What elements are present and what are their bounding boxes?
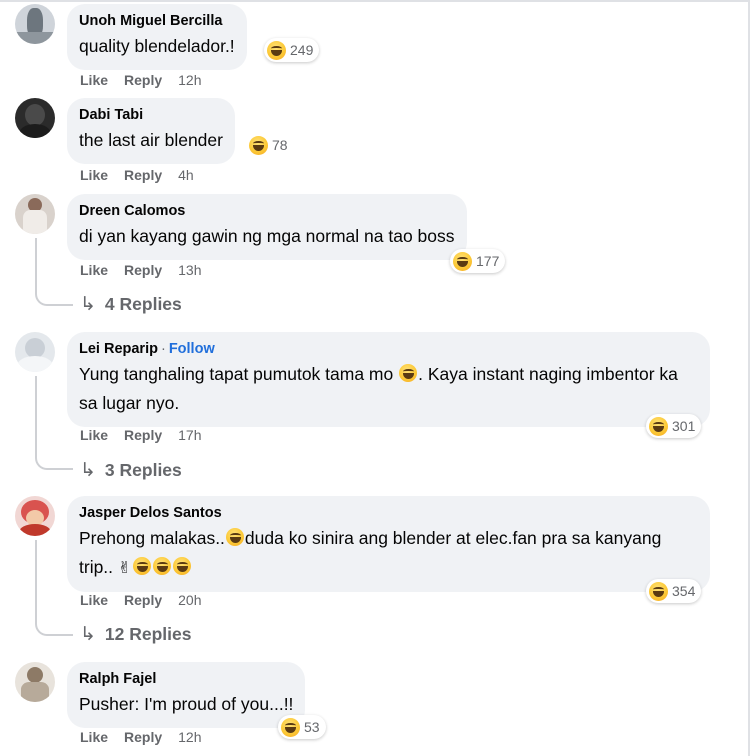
avatar[interactable] [15, 98, 55, 138]
reply-button[interactable]: Reply [124, 427, 162, 443]
thread-connector [35, 454, 73, 470]
reply-button[interactable]: Reply [124, 72, 162, 88]
comment-text-part: Prehong malakas.. [79, 528, 225, 548]
laughing-emoji-icon [399, 364, 418, 383]
comment-actions: Like Reply 20h [80, 592, 202, 608]
laughing-emoji-icon [173, 557, 192, 576]
avatar[interactable] [15, 4, 55, 44]
author-name-text[interactable]: Lei Reparip [79, 341, 158, 357]
like-button[interactable]: Like [80, 262, 108, 278]
author-name[interactable]: Jasper Delos Santos [79, 504, 698, 522]
comment-text: Pusher: I'm proud of you...!! [79, 694, 294, 714]
comment-actions: Like Reply 13h [80, 262, 202, 278]
avatar[interactable] [15, 332, 55, 372]
avatar[interactable] [15, 496, 55, 536]
author-name[interactable]: Dreen Calomos [79, 202, 455, 220]
like-button[interactable]: Like [80, 167, 108, 183]
comment-bubble: Lei Reparip · Follow Yung tanghaling tapat… [67, 332, 710, 427]
author-name[interactable]: Unoh Miguel Bercilla [79, 12, 235, 30]
like-button[interactable]: Like [80, 72, 108, 88]
reaction-count[interactable]: 249 [264, 38, 320, 62]
comment-actions: Like Reply 12h [80, 72, 202, 88]
like-button[interactable]: Like [80, 427, 108, 443]
reaction-number: 177 [476, 253, 500, 269]
comment-actions: Like Reply 17h [80, 427, 202, 443]
replies-count: 12 Replies [104, 624, 192, 644]
comment-text-content: the last air blender [79, 130, 223, 150]
haha-emoji-icon [649, 416, 668, 436]
author-name[interactable]: Dabi Tabi [79, 106, 223, 124]
reply-button[interactable]: Reply [124, 729, 162, 745]
haha-emoji-icon [267, 40, 286, 60]
comment-text: Prehong malakas.. duda ko sinira ang blen… [79, 524, 698, 583]
reply-button[interactable]: Reply [124, 592, 162, 608]
reaction-count[interactable]: 53 [278, 715, 326, 739]
comment-bubble: Ralph Fajel Pusher: I'm proud of you...!… [67, 662, 306, 728]
top-border [0, 0, 750, 2]
victory-hand-icon: ✌ [117, 560, 132, 577]
timestamp[interactable]: 12h [178, 729, 201, 745]
reaction-count[interactable]: 177 [450, 249, 506, 273]
thread-connector [35, 290, 73, 306]
reply-arrow-icon: ↳ [80, 294, 96, 315]
timestamp[interactable]: 4h [178, 167, 194, 183]
comment-bubble: Dabi Tabi the last air blender [67, 98, 235, 164]
haha-emoji-icon [281, 717, 300, 737]
laughing-emoji-icon [153, 557, 172, 576]
like-button[interactable]: Like [80, 729, 108, 745]
view-replies-button[interactable]: ↳ 4 Replies [80, 293, 182, 316]
reaction-count[interactable]: 301 [646, 414, 702, 438]
haha-emoji-icon [249, 135, 268, 155]
avatar[interactable] [15, 194, 55, 234]
haha-emoji-icon [649, 581, 668, 601]
view-replies-button[interactable]: ↳ 12 Replies [80, 623, 192, 646]
timestamp[interactable]: 20h [178, 592, 201, 608]
comment-text-part: Yung tanghaling tapat pumutok tama mo [79, 364, 394, 384]
comment-bubble: Jasper Delos Santos Prehong malakas.. dud… [67, 496, 710, 592]
laughing-emoji-icon [225, 528, 244, 547]
laughing-emoji-icon [133, 557, 152, 576]
reaction-number: 354 [672, 583, 696, 599]
comment-text: quality blendelador.! [79, 36, 235, 56]
timestamp[interactable]: 17h [178, 427, 201, 443]
comment-text: Yung tanghaling tapat pumutok tama mo . … [79, 360, 698, 418]
thread-line [35, 540, 37, 624]
haha-emoji-icon [453, 251, 472, 271]
reply-arrow-icon: ↳ [80, 624, 96, 645]
comment-actions: Like Reply 4h [80, 167, 194, 183]
avatar[interactable] [15, 662, 55, 702]
comment-actions: Like Reply 12h [80, 729, 202, 745]
reply-button[interactable]: Reply [124, 262, 162, 278]
reaction-number: 78 [272, 137, 288, 153]
replies-count: 4 Replies [104, 294, 182, 314]
thread-line [35, 238, 37, 294]
comment-bubble: Dreen Calomos di yan kayang gawin ng mga… [67, 194, 467, 260]
comment-text: di yan kayang gawin ng mga normal na tao… [79, 226, 455, 246]
reply-button[interactable]: Reply [124, 167, 162, 183]
author-name: Lei Reparip · Follow [79, 341, 215, 357]
timestamp[interactable]: 12h [178, 72, 201, 88]
comment-text: the last air blender [79, 126, 223, 155]
reaction-number: 301 [672, 418, 696, 434]
reaction-number: 53 [304, 719, 320, 735]
author-name[interactable]: Ralph Fajel [79, 670, 293, 688]
like-button[interactable]: Like [80, 592, 108, 608]
timestamp[interactable]: 13h [178, 262, 201, 278]
replies-count: 3 Replies [104, 460, 182, 480]
comment-bubble: Unoh Miguel Bercilla quality blendelador… [67, 4, 247, 70]
reaction-count[interactable]: 78 [246, 133, 294, 157]
view-replies-button[interactable]: ↳ 3 Replies [80, 459, 182, 482]
reaction-count[interactable]: 354 [646, 579, 702, 603]
thread-line [35, 376, 37, 458]
reaction-number: 249 [290, 42, 314, 58]
follow-button[interactable]: Follow [169, 341, 215, 357]
thread-connector [35, 620, 73, 636]
reply-arrow-icon: ↳ [80, 460, 96, 481]
